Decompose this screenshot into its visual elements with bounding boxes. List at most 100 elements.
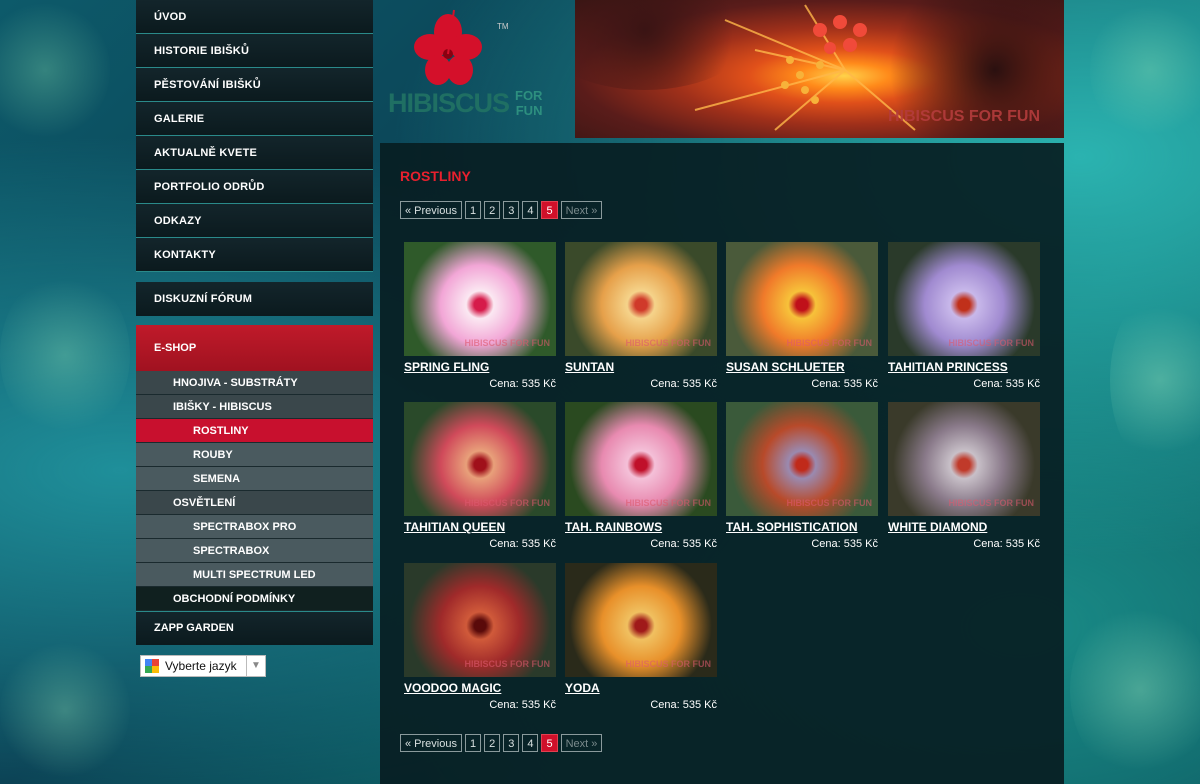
product-image[interactable]: HIBISCUS FOR FUN [565, 242, 717, 356]
logo-text: HIBISCUS [388, 88, 510, 118]
background-flower [1110, 290, 1200, 470]
image-watermark: HIBISCUS FOR FUN [464, 498, 551, 508]
image-watermark: HIBISCUS FOR FUN [948, 338, 1035, 348]
product-price: Cena: 535 Kč [650, 699, 717, 711]
banner-watermark: HIBISCUS FOR FUN [888, 108, 1040, 125]
nav-item-eshop[interactable]: E-SHOP [136, 325, 373, 371]
pagination-page-4[interactable]: 4 [522, 201, 539, 219]
sidebar-nav: ÚVOD HISTORIE IBIŠKŮ PĚSTOVÁNÍ IBIŠKŮ GA… [136, 0, 373, 645]
product-price: Cena: 535 Kč [650, 378, 717, 390]
logo-for-fun: FOR FUN [515, 88, 543, 118]
page-title: ROSTLINY [400, 168, 471, 184]
subnav-item-semena[interactable]: SEMENA [136, 467, 373, 491]
nav-item-odkazy[interactable]: ODKAZY [136, 204, 373, 238]
product-price: Cena: 535 Kč [973, 378, 1040, 390]
pagination-page-3[interactable]: 3 [503, 734, 520, 752]
product-card: HIBISCUS FOR FUN TAHITIAN QUEEN Cena: 535 … [404, 402, 556, 550]
product-card: HIBISCUS FOR FUN VOODOO MAGIC Cena: 535 Kč [404, 563, 556, 711]
nav-item-kontakty[interactable]: KONTAKTY [136, 238, 373, 272]
background-flower [0, 0, 110, 140]
image-watermark: HIBISCUS FOR FUN [786, 338, 873, 348]
product-image[interactable]: HIBISCUS FOR FUN [888, 402, 1040, 516]
product-name-link[interactable]: TAHITIAN QUEEN [404, 520, 556, 534]
subnav-item-obchodn-podm-nky[interactable]: OBCHODNÍ PODMÍNKY [136, 587, 373, 611]
product-price: Cena: 535 Kč [973, 538, 1040, 550]
nav-item-portfolio[interactable]: PORTFOLIO ODRŮD [136, 170, 373, 204]
nav-item-pestovani[interactable]: PĚSTOVÁNÍ IBIŠKŮ [136, 68, 373, 102]
pagination-previous[interactable]: « Previous [400, 201, 462, 219]
pagination-page-2[interactable]: 2 [484, 734, 501, 752]
background-flower [1090, 0, 1200, 140]
hibiscus-logo-icon [414, 9, 482, 85]
nav-item-zapp-garden[interactable]: ZAPP GARDEN [136, 611, 373, 645]
product-name-link[interactable]: YODA [565, 681, 717, 695]
product-image[interactable]: HIBISCUS FOR FUN [726, 242, 878, 356]
subnav-item-osv-tlen-[interactable]: OSVĚTLENÍ [136, 491, 373, 515]
image-watermark: HIBISCUS FOR FUN [625, 659, 712, 669]
product-name-link[interactable]: SPRING FLING [404, 360, 556, 374]
image-watermark: HIBISCUS FOR FUN [625, 498, 712, 508]
subnav-item-hnojiva-substr-ty[interactable]: HNOJIVA - SUBSTRÁTY [136, 371, 373, 395]
pagination-next[interactable]: Next » [560, 201, 603, 219]
main-content: ROSTLINY « Previous 1 2 3 4 5 Next » HIBISCUS … [380, 143, 1064, 784]
image-watermark: HIBISCUS FOR FUN [464, 659, 551, 669]
pagination-bottom: « Previous 1 2 3 4 5 Next » [400, 734, 603, 752]
product-card: HIBISCUS FOR FUN TAH. RAINBOWS Cena: 535 K… [565, 402, 717, 550]
language-select-label: Vyberte jazyk [165, 659, 237, 673]
language-select[interactable]: Vyberte jazyk ▼ [140, 655, 266, 677]
logo-tm: TM [497, 22, 509, 31]
product-name-link[interactable]: TAH. SOPHISTICATION [726, 520, 878, 534]
pagination-page-5[interactable]: 5 [541, 734, 558, 752]
product-image[interactable]: HIBISCUS FOR FUN [565, 563, 717, 677]
google-translate-icon [145, 659, 159, 673]
nav-item-galerie[interactable]: GALERIE [136, 102, 373, 136]
image-watermark: HIBISCUS FOR FUN [948, 498, 1035, 508]
product-name-link[interactable]: SUSAN SCHLUETER [726, 360, 878, 374]
product-card: HIBISCUS FOR FUN SUNTAN Cena: 535 Kč [565, 242, 717, 390]
product-image[interactable]: HIBISCUS FOR FUN [404, 402, 556, 516]
product-card: HIBISCUS FOR FUN TAH. SOPHISTICATION Cena:… [726, 402, 878, 550]
product-card: HIBISCUS FOR FUN SPRING FLING Cena: 535 Kč [404, 242, 556, 390]
subnav-item-spectrabox[interactable]: SPECTRABOX [136, 539, 373, 563]
product-price: Cena: 535 Kč [811, 538, 878, 550]
pagination-next[interactable]: Next » [560, 734, 603, 752]
product-price: Cena: 535 Kč [489, 699, 556, 711]
product-card: HIBISCUS FOR FUN YODA Cena: 535 Kč [565, 563, 717, 711]
eshop-subnav: HNOJIVA - SUBSTRÁTY IBIŠKY - HIBISCUS ROST… [136, 371, 373, 611]
product-name-link[interactable]: SUNTAN [565, 360, 717, 374]
image-watermark: HIBISCUS FOR FUN [625, 338, 712, 348]
chevron-down-icon[interactable]: ▼ [246, 656, 265, 676]
product-image[interactable]: HIBISCUS FOR FUN [726, 402, 878, 516]
pagination-previous[interactable]: « Previous [400, 734, 462, 752]
product-name-link[interactable]: TAHITIAN PRINCESS [888, 360, 1040, 374]
pagination-page-1[interactable]: 1 [464, 201, 482, 219]
subnav-item-multi-spectrum-led[interactable]: MULTI SPECTRUM LED [136, 563, 373, 587]
nav-item-forum[interactable]: DISKUZNÍ FÓRUM [136, 282, 373, 316]
product-name-link[interactable]: VOODOO MAGIC [404, 681, 556, 695]
nav-item-historie[interactable]: HISTORIE IBIŠKŮ [136, 34, 373, 68]
product-name-link[interactable]: TAH. RAINBOWS [565, 520, 717, 534]
header-banner: HIBISCUS FOR FUN [575, 0, 1064, 138]
background-flower [0, 640, 130, 780]
subnav-item-ibi-ky-hibiscus[interactable]: IBIŠKY - HIBISCUS [136, 395, 373, 419]
nav-item-uvod[interactable]: ÚVOD [136, 0, 373, 34]
pagination-page-4[interactable]: 4 [522, 734, 539, 752]
image-watermark: HIBISCUS FOR FUN [786, 498, 873, 508]
subnav-item-rostliny[interactable]: ROSTLINY [136, 419, 373, 443]
site-logo[interactable]: TM HIBISCUS FOR FUN [380, 0, 570, 138]
pagination-page-2[interactable]: 2 [484, 201, 501, 219]
product-image[interactable]: HIBISCUS FOR FUN [404, 242, 556, 356]
subnav-item-rouby[interactable]: ROUBY [136, 443, 373, 467]
product-image[interactable]: HIBISCUS FOR FUN [404, 563, 556, 677]
pagination-page-5[interactable]: 5 [541, 201, 558, 219]
nav-item-aktualne-kvete[interactable]: AKTUALNĚ KVETE [136, 136, 373, 170]
pagination-page-1[interactable]: 1 [464, 734, 482, 752]
product-image[interactable]: HIBISCUS FOR FUN [888, 242, 1040, 356]
product-image[interactable]: HIBISCUS FOR FUN [565, 402, 717, 516]
product-card: HIBISCUS FOR FUN WHITE DIAMOND Cena: 535 K… [888, 402, 1040, 550]
product-price: Cena: 535 Kč [489, 538, 556, 550]
product-name-link[interactable]: WHITE DIAMOND [888, 520, 1040, 534]
pagination-page-3[interactable]: 3 [503, 201, 520, 219]
product-price: Cena: 535 Kč [489, 378, 556, 390]
subnav-item-spectrabox-pro[interactable]: SPECTRABOX PRO [136, 515, 373, 539]
